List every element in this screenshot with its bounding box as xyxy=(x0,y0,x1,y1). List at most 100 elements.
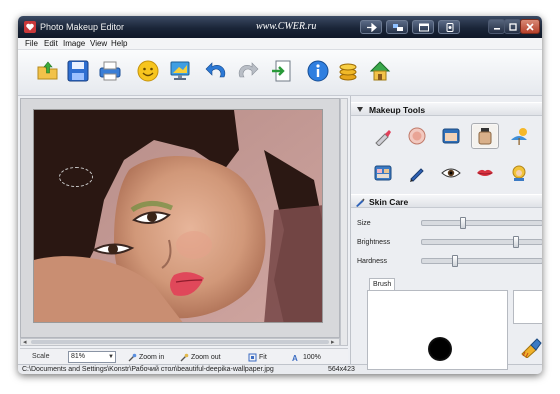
maximize-icon xyxy=(508,22,517,31)
home-icon xyxy=(369,61,391,81)
monitor-icon xyxy=(170,61,190,80)
collapse-arrow-icon xyxy=(357,107,363,112)
scroll-right-icon[interactable]: ▸ xyxy=(331,338,335,346)
pin-button[interactable] xyxy=(360,20,382,34)
size-slider-thumb[interactable] xyxy=(460,217,466,229)
layout-icon xyxy=(393,24,403,31)
scroll-left-icon[interactable]: ◂ xyxy=(23,338,27,346)
makeup-tool-lipstick[interactable] xyxy=(369,123,397,149)
makeup-tool-palette[interactable] xyxy=(369,160,397,186)
save-button[interactable] xyxy=(64,57,92,85)
scale-value: 81% xyxy=(71,353,86,360)
zoom-in-button[interactable]: Zoom in xyxy=(128,352,164,362)
info-icon xyxy=(307,60,329,82)
export-button[interactable] xyxy=(268,57,296,85)
menu-bar: File Edit Image View Help xyxy=(18,38,542,50)
export-icon xyxy=(272,60,291,82)
portrait-image xyxy=(34,110,322,322)
vertical-scrollbar[interactable] xyxy=(340,98,348,346)
redo-button[interactable] xyxy=(234,57,262,85)
redo-icon xyxy=(238,62,259,78)
makeup-tool-foundation[interactable] xyxy=(471,123,499,149)
size-slider[interactable] xyxy=(421,217,542,229)
smile-button[interactable] xyxy=(134,57,162,85)
hardness-slider[interactable] xyxy=(421,255,542,267)
brightness-slider[interactable] xyxy=(421,236,542,248)
lipstick-icon xyxy=(375,130,391,146)
makeup-tools-header[interactable]: Makeup Tools xyxy=(351,102,542,116)
printer-icon xyxy=(99,61,121,81)
close-button[interactable] xyxy=(520,19,540,34)
eye-icon xyxy=(441,168,461,178)
menu-image[interactable]: Image xyxy=(63,39,85,48)
skin-care-title: Skin Care xyxy=(369,197,409,207)
palette-icon xyxy=(374,165,392,181)
zoom-out-button[interactable]: Zoom out xyxy=(180,352,221,362)
actual-size-button[interactable]: A 100% xyxy=(292,352,321,362)
makeup-tool-compact[interactable] xyxy=(437,123,465,149)
watermark-text: www.CWER.ru xyxy=(256,21,317,32)
undo-button[interactable] xyxy=(202,57,230,85)
monitor-button[interactable] xyxy=(166,57,194,85)
portrait-photo[interactable] xyxy=(33,109,323,323)
fit-button[interactable]: Fit xyxy=(248,352,267,362)
foundation-bottle-icon xyxy=(478,128,492,145)
window-icon xyxy=(419,23,429,32)
title-bar[interactable]: Photo Makeup Editor www.CWER.ru xyxy=(18,16,542,38)
compact-icon xyxy=(442,128,460,144)
eraser-brush-icon[interactable] xyxy=(519,334,542,358)
makeup-tool-lips[interactable] xyxy=(471,160,499,186)
window-mode-button[interactable] xyxy=(412,20,434,34)
minimize-button[interactable] xyxy=(488,19,505,34)
home-button[interactable] xyxy=(366,57,394,85)
scale-select[interactable]: 81% ▼ xyxy=(68,351,116,363)
brightness-label: Brightness xyxy=(357,239,391,246)
image-dimensions: 564x423 xyxy=(328,366,355,373)
fit-icon xyxy=(248,353,257,361)
window-title: Photo Makeup Editor xyxy=(40,22,125,32)
brush-dot xyxy=(428,337,452,361)
makeup-tool-eye[interactable] xyxy=(437,160,465,186)
coins-button[interactable] xyxy=(334,57,362,85)
lips-icon xyxy=(477,169,493,176)
selection-marquee xyxy=(59,167,93,187)
layout-button[interactable] xyxy=(386,20,408,34)
skin-button[interactable] xyxy=(438,20,460,34)
coins-icon xyxy=(339,63,357,81)
maximize-button[interactable] xyxy=(504,19,521,34)
smiley-icon xyxy=(137,60,159,82)
makeup-tool-beach[interactable] xyxy=(505,123,533,149)
makeup-tool-hair[interactable] xyxy=(505,160,533,186)
actual-size-icon: A xyxy=(292,354,298,362)
brush-tab[interactable]: Brush xyxy=(369,278,395,290)
open-button[interactable] xyxy=(34,57,62,85)
horizontal-scroll-thumb[interactable] xyxy=(31,340,329,344)
print-button[interactable] xyxy=(96,57,124,85)
brightness-slider-thumb[interactable] xyxy=(513,236,519,248)
skin-icon xyxy=(446,23,454,32)
app-window: Photo Makeup Editor www.CWER.ru File Edi… xyxy=(18,16,542,374)
minimize-icon xyxy=(493,27,500,30)
svg-text:A: A xyxy=(292,354,298,362)
powder-icon xyxy=(408,127,426,145)
info-button[interactable] xyxy=(304,57,332,85)
fit-label: Fit xyxy=(259,353,267,361)
brush-color-swatch[interactable] xyxy=(513,290,542,324)
makeup-tool-powder[interactable] xyxy=(403,123,431,149)
save-disk-icon xyxy=(67,60,89,82)
menu-edit[interactable]: Edit xyxy=(44,39,58,48)
main-toolbar xyxy=(18,50,542,96)
horizontal-scrollbar[interactable]: ◂ ▸ xyxy=(20,338,340,346)
image-canvas[interactable] xyxy=(20,98,340,338)
file-path: C:\Documents and Settings\Konstr\Рабочий… xyxy=(22,366,274,373)
menu-file[interactable]: File xyxy=(25,39,38,48)
makeup-tool-eyeliner[interactable] xyxy=(403,160,431,186)
menu-help[interactable]: Help xyxy=(111,39,127,48)
zoom-out-label: Zoom out xyxy=(191,353,221,361)
hardness-slider-thumb[interactable] xyxy=(452,255,458,267)
brush-pencil-icon xyxy=(356,198,365,207)
brush-preview xyxy=(367,290,508,370)
skin-care-header[interactable]: Skin Care xyxy=(351,194,542,208)
menu-view[interactable]: View xyxy=(90,39,107,48)
zoom-out-icon xyxy=(180,353,189,361)
